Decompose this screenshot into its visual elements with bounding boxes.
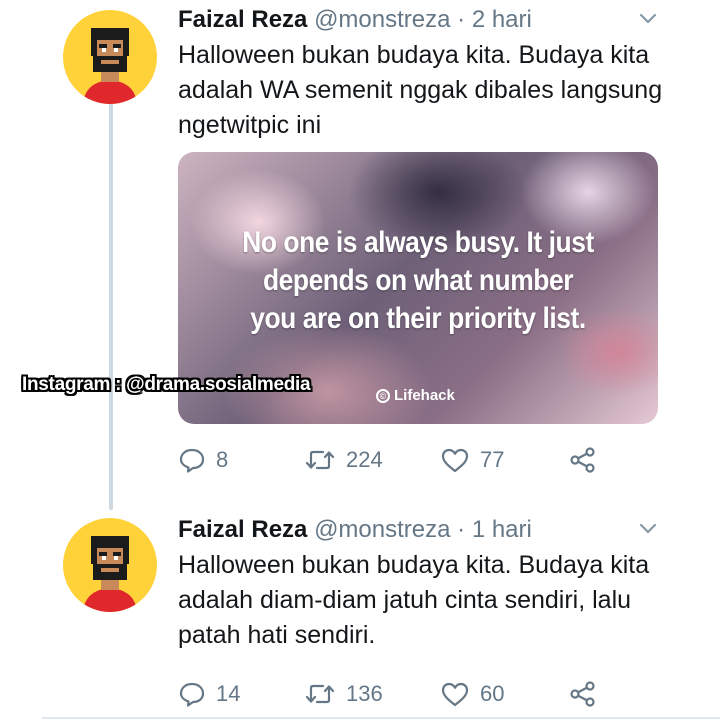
- retweet-icon: [305, 450, 335, 470]
- separator-dot: ·: [457, 6, 466, 33]
- reply-button[interactable]: 14: [178, 679, 240, 709]
- heart-icon: [441, 682, 469, 707]
- tweet-actions: 8 224 77: [178, 445, 618, 475]
- media-brand-label: Lifehack: [394, 387, 455, 404]
- tweet-text: Halloween bukan budaya kita. Budaya kita…: [178, 41, 663, 139]
- timestamp[interactable]: 1 hari: [472, 516, 532, 543]
- display-name[interactable]: Faizal Reza: [178, 516, 307, 543]
- like-count: 60: [480, 681, 505, 706]
- reply-count: 14: [216, 681, 241, 706]
- like-button[interactable]: 77: [440, 445, 504, 475]
- timestamp[interactable]: 2 hari: [472, 6, 532, 33]
- display-name[interactable]: Faizal Reza: [178, 6, 307, 33]
- retweet-button[interactable]: 136: [304, 679, 383, 709]
- retweet-count: 224: [346, 447, 383, 472]
- chevron-down-icon[interactable]: [638, 12, 658, 26]
- tweet-actions: 14 136 60: [178, 679, 618, 709]
- avatar[interactable]: [63, 10, 157, 104]
- tweet-text: Halloween bukan budaya kita. Budaya kita…: [178, 551, 650, 649]
- separator-dot: ·: [457, 516, 466, 543]
- avatar[interactable]: [63, 518, 157, 612]
- divider: [42, 717, 720, 719]
- like-button[interactable]: 60: [440, 679, 504, 709]
- tweet[interactable]: Faizal Reza @monstreza · 2 hari Hallowee…: [0, 0, 720, 495]
- heart-icon: [441, 448, 469, 473]
- reply-icon: [179, 682, 205, 707]
- user-handle[interactable]: @monstreza: [314, 6, 450, 33]
- tweet-header: Faizal Reza @monstreza · 1 hari: [178, 515, 660, 545]
- reply-count: 8: [216, 447, 229, 472]
- instagram-watermark: Instagram : @drama.sosialmedia: [22, 374, 311, 395]
- share-icon: [570, 681, 595, 707]
- like-count: 77: [480, 447, 505, 472]
- lifehack-logo-icon: ©: [376, 389, 390, 403]
- tweet-header: Faizal Reza @monstreza · 2 hari: [178, 5, 660, 35]
- share-button[interactable]: [568, 679, 598, 709]
- pixel-avatar-icon: [83, 536, 137, 612]
- share-icon: [570, 447, 595, 473]
- user-handle[interactable]: @monstreza: [314, 516, 450, 543]
- retweet-count: 136: [346, 681, 383, 706]
- share-button[interactable]: [568, 445, 598, 475]
- media-brand: © Lifehack: [376, 386, 455, 406]
- pixel-avatar-icon: [83, 28, 137, 104]
- tweet[interactable]: Faizal Reza @monstreza · 1 hari Hallowee…: [0, 510, 720, 718]
- reply-icon: [179, 448, 205, 473]
- retweet-button[interactable]: 224: [304, 445, 383, 475]
- reply-button[interactable]: 8: [178, 445, 228, 475]
- chevron-down-icon[interactable]: [638, 522, 658, 536]
- media-quote-text: No one is always busy. It just depends o…: [242, 226, 594, 335]
- retweet-icon: [305, 684, 335, 704]
